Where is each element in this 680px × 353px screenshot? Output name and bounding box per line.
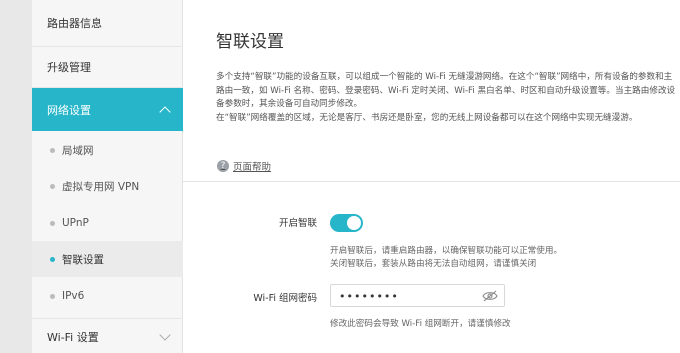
sidebar-item-upgrade-management[interactable]: 升级管理 — [32, 47, 183, 88]
smart-link-hint: 开启智联后，请重启路由器，以确保智联功能可以正常使用。 关闭智联后，套装从路由将… — [330, 245, 562, 271]
sidebar-subitem-label: IPv6 — [62, 290, 85, 302]
question-circle-icon: ? — [217, 160, 229, 172]
page-description: 多个支持“智联”功能的设备互联，可以组成一个智能的 Wi-Fi 无缝漫游网络。在… — [216, 71, 676, 126]
smart-link-label: 开启智联 — [278, 218, 317, 229]
sidebar-item-router-info[interactable]: 路由器信息 — [32, 0, 183, 47]
eye-slash-icon[interactable] — [482, 290, 498, 302]
sidebar-subitem-ipv6[interactable]: IPv6 — [32, 278, 183, 314]
sidebar-item-label: Wi-Fi 设置 — [47, 331, 99, 344]
sidebar-item-label: 网络设置 — [47, 103, 91, 117]
main-panel: 智联设置 多个支持“智联”功能的设备互联，可以组成一个智能的 Wi-Fi 无缝漫… — [183, 0, 680, 353]
sidebar-subitem-lan[interactable]: 局域网 — [32, 132, 183, 168]
smart-link-toggle[interactable] — [330, 214, 363, 232]
dot-icon — [50, 256, 55, 262]
sidebar-item-label: 路由器信息 — [47, 17, 102, 30]
sidebar-subitem-vpn[interactable]: 虚拟专用网 VPN — [32, 168, 183, 204]
wifi-password-field — [330, 284, 505, 307]
sidebar-item-network-settings[interactable]: 网络设置 — [32, 88, 183, 131]
sidebar-item-label: 升级管理 — [47, 61, 91, 74]
section-divider — [183, 181, 680, 182]
chevron-down-icon — [159, 329, 171, 341]
page-help-link[interactable]: ? 页面帮助 — [217, 159, 271, 173]
sidebar-subitem-label: 局域网 — [62, 144, 94, 157]
toggle-knob — [347, 216, 361, 230]
sidebar-subitem-label: UPnP — [62, 217, 89, 229]
wifi-password-hint: 修改此密码会导致 Wi-Fi 组网断开，请谨慎修改 — [330, 319, 511, 329]
wifi-password-input[interactable] — [339, 288, 469, 304]
smart-link-hint-line2: 关闭智联后，套装从路由将无法自动组网，请谨慎关闭 — [330, 259, 537, 269]
sidebar-subitem-upnp[interactable]: UPnP — [32, 205, 183, 241]
page-help-label: 页面帮助 — [233, 162, 272, 173]
dot-icon — [50, 220, 55, 226]
sidebar-subitem-smart-link[interactable]: 智联设置 — [32, 241, 183, 277]
sidebar-item-wifi-settings[interactable]: Wi-Fi 设置 — [32, 318, 183, 353]
wifi-password-label: Wi-Fi 组网密码 — [253, 293, 317, 304]
sidebar-subitem-label: 虚拟专用网 VPN — [62, 180, 140, 193]
page-title: 智联设置 — [216, 32, 284, 52]
dot-icon — [50, 147, 55, 153]
sidebar-subitem-label: 智联设置 — [62, 253, 104, 266]
smart-link-hint-line1: 开启智联后，请重启路由器，以确保智联功能可以正常使用。 — [330, 246, 563, 256]
sidebar-nav: 路由器信息 升级管理 网络设置 局域网 虚拟专用网 VPN UPnP 智联设置 … — [32, 0, 183, 353]
dot-icon — [50, 183, 55, 189]
dot-icon — [50, 293, 55, 299]
description-text: 多个支持“智联”功能的设备互联，可以组成一个智能的 Wi-Fi 无缝漫游网络。在… — [216, 72, 676, 124]
chevron-up-icon — [159, 105, 171, 118]
